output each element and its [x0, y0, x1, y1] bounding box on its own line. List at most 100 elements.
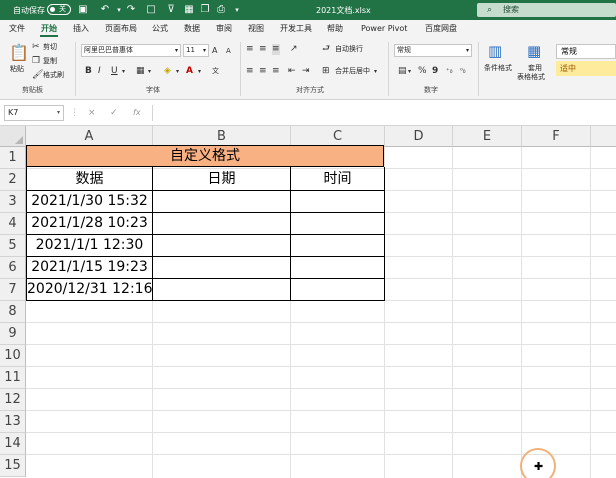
header-cell-data[interactable]: 数据	[27, 168, 152, 190]
redo-icon[interactable]: ↷	[124, 3, 138, 17]
borders-icon[interactable]: ▦	[136, 66, 145, 77]
print-icon[interactable]: ⎙	[214, 3, 228, 17]
decrease-decimal-icon[interactable]: ⁰₀	[460, 66, 466, 77]
percent-button[interactable]: %	[418, 66, 427, 77]
tab-file[interactable]: 文件	[9, 24, 25, 34]
row-header-1[interactable]: 1	[0, 147, 26, 169]
paste-button[interactable]: 粘贴	[10, 65, 24, 74]
search-box[interactable]: ⌕ 搜索	[477, 3, 616, 17]
copy-icon-ribbon[interactable]: ❐	[32, 56, 40, 67]
underline-dropdown-icon[interactable]: ▾	[122, 66, 125, 77]
font-color-icon[interactable]: A	[186, 66, 193, 77]
format-painter-button[interactable]: 格式刷	[43, 71, 64, 80]
tab-view[interactable]: 视图	[248, 24, 264, 34]
data-cell[interactable]: 2020/12/31 12:16	[27, 278, 152, 300]
tab-review[interactable]: 审阅	[216, 24, 232, 34]
increase-decimal-icon[interactable]: ⁺₀	[446, 66, 453, 77]
conditional-format-icon[interactable]: ▥	[488, 42, 502, 60]
tab-baidu-netdisk[interactable]: 百度网盘	[425, 24, 457, 34]
row-header-2[interactable]: 2	[0, 169, 26, 191]
merge-center-icon[interactable]: ⊞	[322, 66, 330, 77]
increase-indent-icon[interactable]: ⇥	[302, 66, 310, 77]
merge-dropdown-icon[interactable]: ▾	[374, 66, 377, 77]
column-header-a[interactable]: A	[26, 126, 153, 147]
font-color-dropdown-icon[interactable]: ▾	[198, 66, 201, 77]
worksheet-grid[interactable]: A B C D E F 1 2 3 4 5 6 7 8 9 10 11 12 1…	[0, 126, 616, 478]
row-header-15[interactable]: 15	[0, 455, 26, 477]
cancel-icon[interactable]: ×	[88, 105, 96, 121]
data-cell[interactable]: 2021/1/28 10:23	[27, 212, 152, 234]
italic-button[interactable]: I	[98, 66, 101, 77]
number-format-select[interactable]: 常规 ▾	[394, 44, 472, 57]
table-icon[interactable]: ▦	[182, 3, 196, 17]
font-name-select[interactable]: 阿里巴巴普惠体 ▾	[81, 44, 181, 57]
data-cell[interactable]: 2021/1/30 15:32	[27, 190, 152, 212]
row-header-11[interactable]: 11	[0, 367, 26, 389]
row-header-6[interactable]: 6	[0, 257, 26, 279]
merge-center-button[interactable]: 合并后居中	[335, 67, 370, 76]
align-left-icon[interactable]: ≡	[246, 66, 254, 77]
data-cell[interactable]: 2021/1/1 12:30	[27, 234, 152, 256]
tab-page-layout[interactable]: 页面布局	[105, 24, 137, 34]
underline-button[interactable]: U	[111, 66, 118, 77]
row-header-5[interactable]: 5	[0, 235, 26, 257]
name-box[interactable]: K7 ▾	[4, 105, 64, 121]
column-header-c[interactable]: C	[291, 126, 385, 147]
column-header-g[interactable]	[591, 126, 616, 147]
row-header-7[interactable]: 7	[0, 279, 26, 301]
copy-icon[interactable]: ❐	[198, 3, 212, 17]
font-size-select[interactable]: 11 ▾	[183, 44, 209, 57]
header-cell-date[interactable]: 日期	[153, 168, 290, 190]
align-center-icon[interactable]: ≡	[259, 66, 267, 77]
column-header-b[interactable]: B	[153, 126, 291, 147]
align-middle-icon[interactable]: ≡	[259, 44, 267, 55]
table-title-cell[interactable]: 自定义格式	[26, 145, 384, 167]
row-header-14[interactable]: 14	[0, 433, 26, 455]
filter-icon[interactable]: ⊽	[164, 3, 178, 17]
formula-bar-grip-icon[interactable]: ⋮	[70, 105, 79, 121]
select-all-button[interactable]	[0, 126, 26, 147]
tab-home[interactable]: 开始	[41, 24, 57, 34]
autosave-toggle[interactable]: 关	[47, 4, 71, 15]
column-header-e[interactable]: E	[453, 126, 522, 147]
fill-dropdown-icon[interactable]: ▾	[176, 66, 179, 77]
align-bottom-icon[interactable]: ≡	[272, 44, 280, 55]
format-as-table-icon[interactable]: ▦	[527, 42, 541, 60]
decrease-indent-icon[interactable]: ⇤	[288, 66, 296, 77]
grow-font-icon[interactable]: A	[212, 45, 217, 56]
customize-qat-icon[interactable]: ▾	[230, 3, 244, 17]
align-top-icon[interactable]: ≡	[246, 44, 254, 55]
wrap-text-icon[interactable]: ⮐	[322, 44, 330, 55]
save-icon[interactable]: ▣	[76, 3, 90, 17]
cut-button[interactable]: 剪切	[43, 43, 57, 52]
row-header-10[interactable]: 10	[0, 345, 26, 367]
cut-icon[interactable]: ✂	[32, 42, 40, 53]
comma-style-button[interactable]: 9	[432, 66, 438, 77]
shrink-font-icon[interactable]: A	[226, 46, 231, 57]
row-header-13[interactable]: 13	[0, 411, 26, 433]
tab-power-pivot[interactable]: Power Pivot	[361, 24, 407, 34]
wrap-text-button[interactable]: 自动换行	[335, 45, 363, 54]
row-header-3[interactable]: 3	[0, 191, 26, 213]
format-as-table-line1[interactable]: 套用	[528, 64, 542, 73]
format-painter-icon[interactable]: 🖌	[32, 70, 43, 81]
row-header-4[interactable]: 4	[0, 213, 26, 235]
tab-help[interactable]: 帮助	[327, 24, 343, 34]
conditional-format-button[interactable]: 条件格式	[484, 64, 512, 73]
insert-function-button[interactable]: fx	[133, 105, 141, 121]
tab-developer[interactable]: 开发工具	[280, 24, 312, 34]
tab-insert[interactable]: 插入	[73, 24, 89, 34]
fill-color-icon[interactable]: ◈	[164, 66, 171, 77]
row-header-8[interactable]: 8	[0, 301, 26, 323]
phonetic-icon[interactable]: 文	[212, 66, 219, 77]
column-header-f[interactable]: F	[522, 126, 591, 147]
align-right-icon[interactable]: ≡	[272, 66, 280, 77]
accounting-dropdown-icon[interactable]: ▾	[408, 66, 411, 77]
formula-input[interactable]	[152, 105, 616, 121]
tab-formulas[interactable]: 公式	[152, 24, 168, 34]
paste-icon[interactable]: 📋	[9, 44, 29, 62]
cell-style-neutral[interactable]: 适中	[556, 61, 616, 76]
enter-icon[interactable]: ✓	[110, 105, 118, 121]
row-header-12[interactable]: 12	[0, 389, 26, 411]
cell-style-normal[interactable]: 常规	[556, 44, 616, 59]
